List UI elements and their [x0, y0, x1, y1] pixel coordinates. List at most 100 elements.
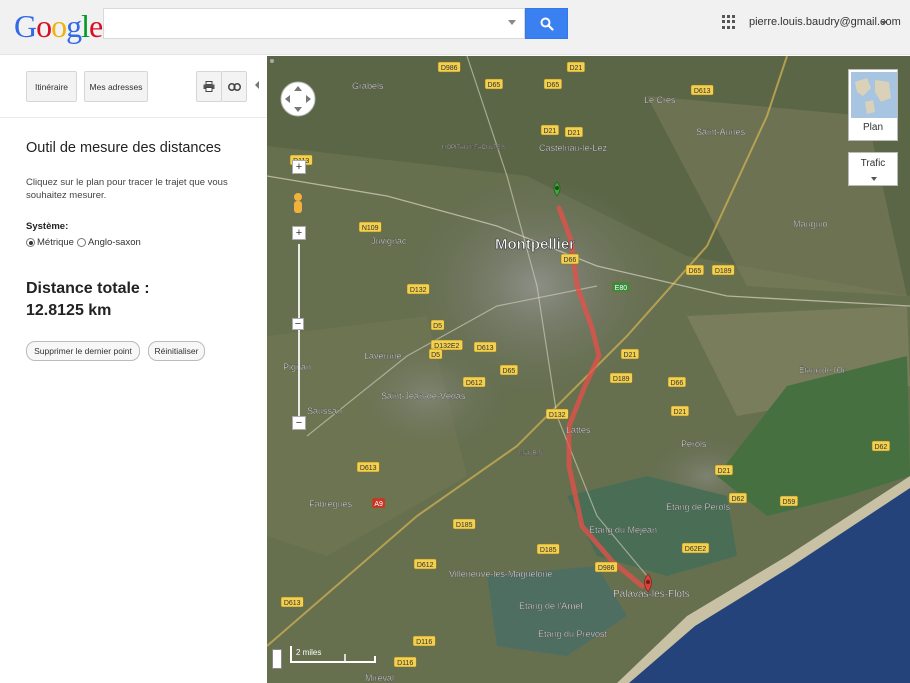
- place-label: HOPITAUX-FACULTES: [442, 145, 505, 151]
- traffic-label: Trafic: [860, 158, 886, 169]
- road-badge-label: D62E2: [685, 546, 707, 553]
- collapse-panel-icon[interactable]: [255, 81, 259, 89]
- zoom-out-button[interactable]: −: [292, 416, 306, 430]
- scale-label: 2 miles: [296, 648, 322, 657]
- road-badge-label: D66: [670, 380, 683, 387]
- place-label: Saint-Jean-de-Védas: [381, 391, 466, 401]
- road-badge-label: D21: [567, 130, 580, 137]
- road-badge-label: D185: [540, 547, 557, 554]
- link-icon: [227, 82, 241, 91]
- scale-bar: 2 miles: [289, 644, 379, 666]
- place-label: Grabels: [352, 81, 384, 91]
- place-label: Mauguio: [793, 219, 828, 229]
- road-badge-label: D986: [441, 65, 458, 72]
- place-label: Palavas-les-Flots: [613, 589, 690, 600]
- system-options: Métrique Anglo-saxon: [26, 237, 141, 248]
- road-badge-label: D613: [284, 600, 301, 607]
- road-badge-label: D986: [598, 565, 615, 572]
- search-dropdown-caret-icon[interactable]: [508, 20, 516, 25]
- road-badge-label: D62: [874, 444, 887, 451]
- place-label: MAURIN: [519, 451, 543, 457]
- road-badge-label: D59: [782, 499, 795, 506]
- road-badge-label: D65: [688, 268, 701, 275]
- road-badge-label: D21: [673, 409, 686, 416]
- imperial-label[interactable]: Anglo-saxon: [88, 237, 141, 248]
- apps-grid-icon[interactable]: [722, 15, 736, 29]
- logo-letter: g: [66, 8, 82, 44]
- road-badge-label: D21: [543, 128, 556, 135]
- place-label: Saint-Aunès: [696, 127, 746, 137]
- place-label: Étang de l'Arnel: [519, 601, 582, 611]
- metric-label[interactable]: Métrique: [37, 237, 74, 248]
- link-button[interactable]: [221, 71, 247, 102]
- system-label: Système:: [26, 221, 69, 232]
- place-label: Saussan: [307, 406, 342, 416]
- road-badge-label: D132: [549, 412, 566, 419]
- metric-radio[interactable]: [26, 238, 35, 247]
- satellite-map[interactable]: D986D65D65D21D613D21D113D65D21N109D5D132…: [267, 56, 910, 683]
- road-badge-label: D65: [487, 82, 500, 89]
- road-badge-label: D65: [502, 368, 515, 375]
- tool-description: Cliquez sur le plan pour tracer le traje…: [26, 177, 228, 201]
- road-badge-label: D613: [477, 345, 494, 352]
- road-badge-label: N109: [362, 225, 379, 232]
- map-terms-icon[interactable]: [267, 56, 277, 66]
- place-label: Pérols: [681, 439, 707, 449]
- pan-control[interactable]: [280, 81, 316, 135]
- zoom-in-small-button[interactable]: +: [292, 226, 306, 240]
- plan-label: Plan: [862, 122, 883, 133]
- side-panel: Itinéraire Mes adresses Outil de mesure …: [0, 56, 267, 683]
- tool-title: Outil de mesure des distances: [26, 140, 222, 156]
- top-bar: Google pierre.louis.baudry@gmail.com: [0, 0, 910, 55]
- road-badge-label: D613: [360, 465, 377, 472]
- road-badge-label: D21: [717, 468, 730, 475]
- place-label: Étang de l'Or: [799, 366, 846, 375]
- map-canvas[interactable]: D986D65D65D21D613D21D113D65D21N109D5D132…: [267, 56, 910, 683]
- search-icon: [540, 17, 554, 31]
- logo-letter: o: [36, 8, 52, 44]
- itinerary-button[interactable]: Itinéraire: [26, 71, 77, 102]
- road-badge-label: E80: [615, 285, 628, 292]
- traffic-button[interactable]: Trafic: [848, 152, 898, 186]
- place-label: Le Crès: [644, 95, 676, 105]
- zoom-in-button[interactable]: +: [292, 160, 306, 174]
- remove-last-point-button[interactable]: Supprimer le dernier point: [26, 341, 140, 361]
- my-addresses-button[interactable]: Mes adresses: [84, 71, 148, 102]
- logo-letter: o: [51, 8, 67, 44]
- road-badge-label: D21: [569, 65, 582, 72]
- account-caret-icon[interactable]: [881, 21, 887, 25]
- plan-thumbnail: [851, 72, 897, 118]
- road-badge-label: A9: [374, 501, 383, 508]
- panel-toolbar: Itinéraire Mes adresses: [0, 56, 267, 118]
- road-badge-label: D5: [431, 352, 440, 359]
- zoom-slider-track[interactable]: [298, 244, 300, 424]
- road-badge-label: D612: [417, 562, 434, 569]
- search-input[interactable]: [104, 9, 524, 38]
- logo-letter: e: [89, 8, 103, 44]
- place-label: Fabrègues: [309, 499, 353, 509]
- search-box[interactable]: [103, 8, 525, 39]
- search-button[interactable]: [525, 8, 568, 39]
- print-button[interactable]: [196, 71, 222, 102]
- road-badge-label: D62: [731, 496, 744, 503]
- total-distance-label: Distance totale :: [26, 280, 150, 297]
- place-label: Lattes: [566, 425, 591, 435]
- logo-letter: G: [14, 8, 37, 44]
- total-distance-value: 12.8125 km: [26, 302, 112, 319]
- map-type-plan-button[interactable]: Plan: [848, 69, 898, 141]
- google-logo[interactable]: Google: [14, 8, 103, 45]
- road-badge-label: D189: [715, 268, 732, 275]
- zoom-slider-handle[interactable]: −: [292, 318, 304, 330]
- road-badge-label: D65: [546, 82, 559, 89]
- place-label: Étang du Prévost: [538, 629, 608, 639]
- street-view-pegman-icon[interactable]: [291, 192, 305, 218]
- road-badge-label: D612: [466, 380, 483, 387]
- account-email[interactable]: pierre.louis.baudry@gmail.com: [749, 16, 901, 28]
- traffic-caret-icon[interactable]: [871, 177, 877, 181]
- google-mark-icon: [272, 649, 282, 669]
- reset-button[interactable]: Réinitialiser: [148, 341, 205, 361]
- road-badge-label: D66: [563, 257, 576, 264]
- imperial-radio[interactable]: [76, 238, 86, 247]
- place-label: Juvignac: [371, 236, 407, 246]
- road-badge-label: D185: [456, 522, 473, 529]
